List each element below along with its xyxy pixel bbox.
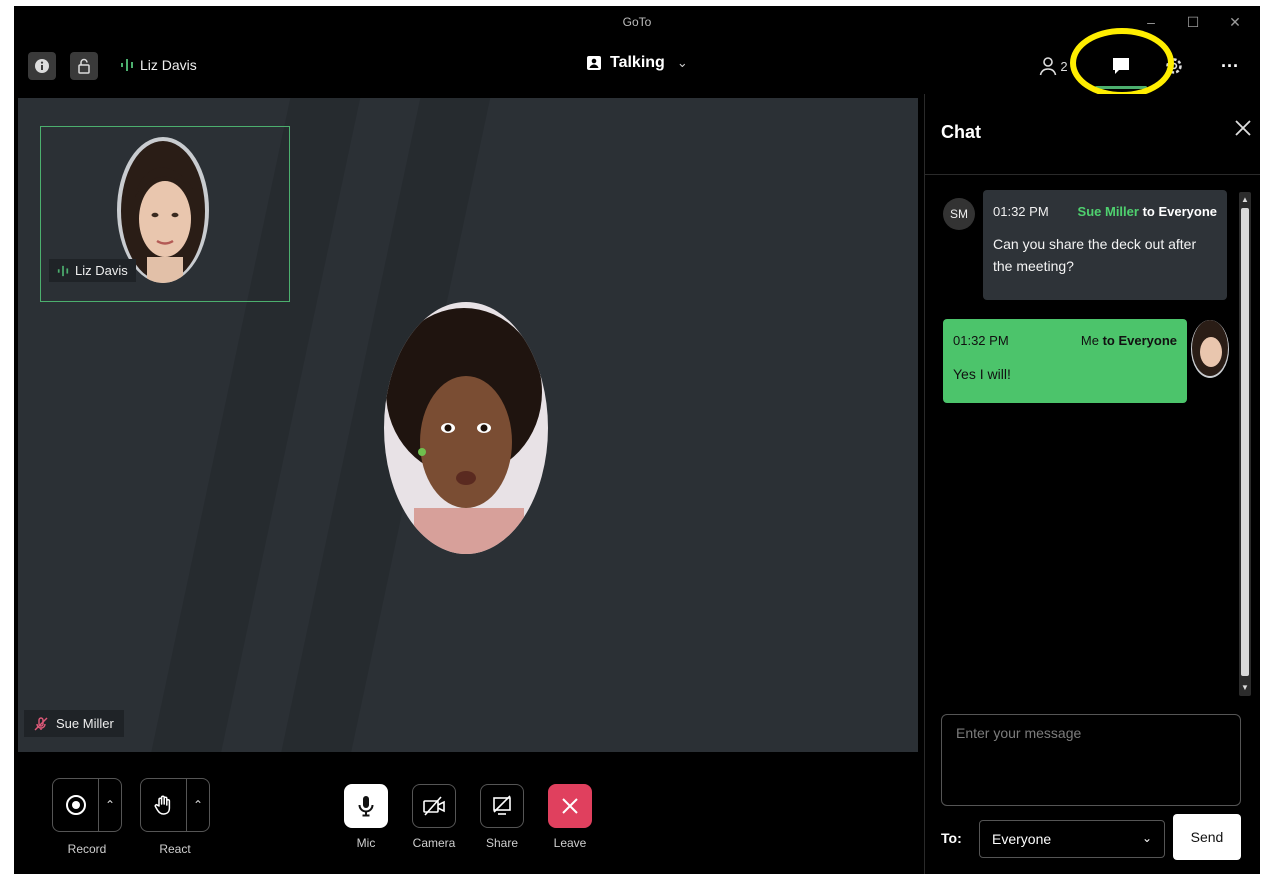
chevron-down-icon: ⌄ xyxy=(1141,831,1152,845)
my-avatar xyxy=(1191,320,1229,378)
chat-close-button[interactable] xyxy=(1234,116,1252,144)
active-tab-indicator xyxy=(1095,86,1147,89)
record-options-caret[interactable]: ⌃ xyxy=(99,779,121,831)
minimize-button[interactable]: – xyxy=(1134,10,1168,34)
record-icon xyxy=(65,795,86,815)
message-sender: Me xyxy=(1080,333,1099,348)
react-label: React xyxy=(159,842,191,856)
participants-button[interactable]: 2 xyxy=(1030,50,1076,82)
camera-button[interactable] xyxy=(412,784,456,828)
mic-control: Mic xyxy=(344,784,388,850)
thumbnail-name-tag: Liz Davis xyxy=(49,259,136,282)
meeting-window: GoTo – ☐ ✕ Liz Davis Talking ⌄ 2 ··· Liz… xyxy=(14,6,1260,874)
camera-off-icon xyxy=(423,796,445,816)
camera-control: Camera xyxy=(412,784,456,850)
close-icon xyxy=(1235,120,1251,136)
send-button[interactable]: Send xyxy=(1173,814,1241,860)
message-input[interactable]: Enter your message xyxy=(941,714,1241,806)
message-input-placeholder: Enter your message xyxy=(956,725,1082,741)
sender-avatar: SM xyxy=(943,198,975,230)
leave-label: Leave xyxy=(553,836,587,850)
view-mode-dropdown[interactable]: Talking ⌄ xyxy=(586,54,688,72)
mic-button[interactable] xyxy=(344,784,388,828)
audio-level-icon xyxy=(121,59,133,71)
window-close-button[interactable]: ✕ xyxy=(1218,10,1252,34)
message-sender: Sue Miller xyxy=(1077,204,1139,219)
settings-button[interactable] xyxy=(1154,50,1194,82)
participant-name: Sue Miller xyxy=(56,716,114,731)
more-options-button[interactable]: ··· xyxy=(1210,50,1250,82)
person-icon xyxy=(1040,57,1057,76)
record-control: ⌃ Record xyxy=(52,778,122,856)
participant-name-tag: Sue Miller xyxy=(24,710,124,737)
message-text: Can you share the deck out after the mee… xyxy=(993,236,1197,274)
active-speaker: Liz Davis xyxy=(120,57,197,73)
share-button[interactable] xyxy=(480,784,524,828)
divider xyxy=(925,174,1260,175)
share-control: Share xyxy=(480,784,524,850)
react-control: ⌃ React xyxy=(140,778,210,856)
recipient-value: Everyone xyxy=(992,831,1052,847)
view-mode-label: Talking xyxy=(610,54,665,71)
audio-level-icon xyxy=(57,265,69,276)
call-controls: ⌃ Record ⌃ React Mic Camera Share Leave xyxy=(14,752,924,874)
lock-icon xyxy=(78,58,90,74)
info-icon xyxy=(35,59,49,73)
recipient-label: To: xyxy=(941,830,962,846)
leave-button[interactable] xyxy=(548,784,592,828)
chat-panel: Chat SM 01:32 PM Sue Miller to Everyone … xyxy=(924,94,1260,874)
thumbnail-name: Liz Davis xyxy=(75,263,128,278)
share-label: Share xyxy=(485,836,519,850)
muted-mic-icon xyxy=(34,716,48,730)
raise-hand-icon xyxy=(154,795,170,815)
chat-message-incoming: 01:32 PM Sue Miller to Everyone Can you … xyxy=(983,190,1227,300)
chevron-down-icon: ⌄ xyxy=(676,55,688,70)
maximize-button[interactable]: ☐ xyxy=(1176,10,1210,34)
chat-button[interactable] xyxy=(1098,50,1144,82)
react-button[interactable] xyxy=(141,779,187,831)
message-recipient: to Everyone xyxy=(1102,333,1177,348)
lock-button[interactable] xyxy=(70,52,98,80)
react-split-button: ⌃ xyxy=(140,778,210,832)
active-speaker-name: Liz Davis xyxy=(140,57,197,73)
title-bar: GoTo – ☐ ✕ xyxy=(14,6,1260,38)
message-text: Yes I will! xyxy=(953,366,1011,382)
chat-bubble-icon xyxy=(1113,58,1129,74)
scroll-up-icon[interactable]: ▲ xyxy=(1239,194,1251,206)
leave-control: Leave xyxy=(548,784,592,850)
record-button[interactable] xyxy=(53,779,99,831)
scroll-down-icon[interactable]: ▼ xyxy=(1239,682,1251,694)
message-header: Sue Miller to Everyone xyxy=(1078,204,1217,219)
chat-scrollbar[interactable]: ▲ ▼ xyxy=(1239,192,1251,696)
contact-card-icon xyxy=(587,56,601,70)
record-split-button: ⌃ xyxy=(52,778,122,832)
record-label: Record xyxy=(67,842,107,856)
camera-label: Camera xyxy=(412,836,456,850)
message-recipient: to Everyone xyxy=(1142,204,1217,219)
gear-icon xyxy=(1166,58,1182,74)
more-icon: ··· xyxy=(1221,55,1239,76)
mic-label: Mic xyxy=(356,836,376,850)
window-title: GoTo xyxy=(622,15,652,29)
self-video-thumbnail[interactable]: Liz Davis xyxy=(40,126,290,302)
scroll-thumb[interactable] xyxy=(1241,208,1249,676)
meeting-toolbar: Liz Davis Talking ⌄ 2 ··· xyxy=(14,38,1260,94)
mic-icon xyxy=(358,796,374,817)
chat-title: Chat xyxy=(941,122,981,142)
share-screen-off-icon xyxy=(493,795,511,815)
message-header: Me to Everyone xyxy=(1081,333,1177,348)
video-stage: Liz Davis Sue Miller xyxy=(18,98,918,752)
chat-message-outgoing: 01:32 PM Me to Everyone Yes I will! xyxy=(943,319,1187,403)
participant-count: 2 xyxy=(1060,58,1068,74)
sue-miller-avatar xyxy=(384,302,548,554)
close-icon xyxy=(562,798,578,814)
recipient-select[interactable]: Everyone ⌄ xyxy=(979,820,1165,858)
message-time: 01:32 PM xyxy=(953,333,1009,348)
info-button[interactable] xyxy=(28,52,56,80)
react-options-caret[interactable]: ⌃ xyxy=(187,779,209,831)
message-time: 01:32 PM xyxy=(993,204,1049,219)
